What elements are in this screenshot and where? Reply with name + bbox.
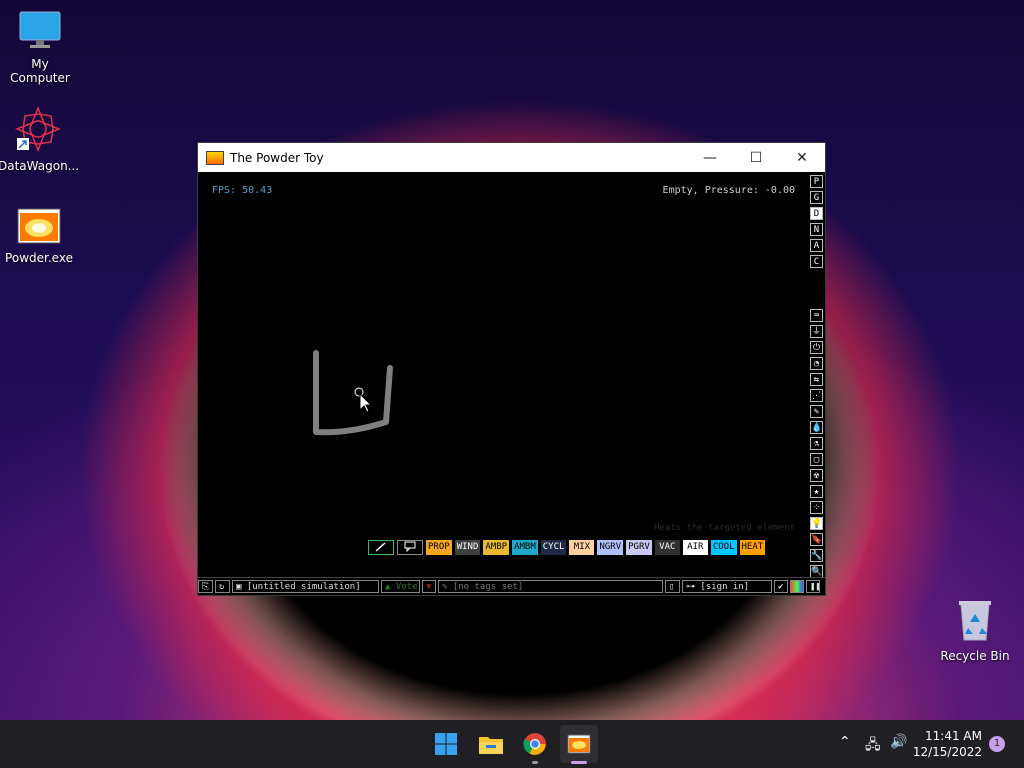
desktop-icon-datawagon[interactable]: DataWagon...: [0, 105, 80, 173]
power-icon[interactable]: ⏻: [810, 341, 823, 354]
brush-cursor: [354, 387, 364, 397]
simulation-name[interactable]: ▣ [untitled simulation]: [232, 580, 379, 593]
desktop-icon-label: DataWagon...: [0, 159, 80, 173]
element-button-wind[interactable]: WIND: [454, 540, 481, 555]
vote-up-button[interactable]: ▲ Vote: [381, 580, 420, 593]
sidebar-mode-g[interactable]: G: [810, 191, 823, 204]
tool-hint: Heats the targeted element: [654, 523, 795, 533]
datawagon-icon: [14, 105, 62, 153]
powder-toy-icon: [17, 208, 61, 244]
sidebar-mode-a[interactable]: A: [810, 239, 823, 252]
element-button-heat[interactable]: HEAT: [739, 540, 766, 555]
sidebar-mode-n[interactable]: N: [810, 223, 823, 236]
settings-button[interactable]: ✔: [774, 580, 788, 593]
clock[interactable]: 11:41 AM 12/15/2022: [913, 728, 982, 760]
element-toolbar: PROP WIND AMBP AMBM CYCL MIX NGRV PGRV VAC AIR COO…: [368, 540, 766, 556]
windows-start-icon[interactable]: [432, 730, 460, 758]
desktop-icon-label: My Computer: [10, 57, 70, 85]
open-button[interactable]: ⎘: [198, 580, 213, 593]
element-button-air[interactable]: AIR: [682, 540, 708, 555]
bulb-icon[interactable]: 💡: [810, 517, 823, 530]
renderer-options-button[interactable]: [790, 580, 804, 593]
element-button-cool[interactable]: COOL: [710, 540, 737, 555]
element-button-ambp[interactable]: AMBP: [483, 540, 510, 555]
desktop-icon-powder-exe[interactable]: Powder.exe: [0, 208, 79, 265]
simulation-canvas[interactable]: FPS: 50.43 Empty, Pressure: -0.00 Heats …: [198, 172, 809, 576]
category-sidebar: P G D N A C ⌨ ⏚ ⏻ ◔ ⇆ ⋰ ✎ 💧 ⚗ ▢ ☢ ★ ⁘ 💡 🔖 🔧 🔍: [808, 172, 825, 597]
vote-down-button[interactable]: ▼: [422, 580, 436, 593]
element-button-pgrv[interactable]: PGRV: [626, 540, 652, 555]
notification-badge[interactable]: 1: [989, 736, 1005, 752]
bookmark-icon[interactable]: 🔖: [810, 533, 823, 546]
desktop-icon-my-computer[interactable]: My Computer: [0, 10, 80, 85]
chrome-icon[interactable]: [521, 730, 549, 758]
box-icon[interactable]: ▢: [810, 453, 823, 466]
save-icon: ▣: [236, 581, 247, 592]
title-bar[interactable]: The Powder Toy — ☐ ✕: [198, 143, 825, 172]
element-button-vac[interactable]: VAC: [654, 540, 680, 555]
minimize-button[interactable]: —: [687, 143, 733, 172]
network-icon[interactable]: 🖧: [865, 734, 881, 758]
arrows-icon[interactable]: ⇆: [810, 373, 823, 386]
dots-icon[interactable]: ⁘: [810, 501, 823, 514]
element-button-prop[interactable]: PROP: [426, 540, 452, 555]
plug-icon[interactable]: ⏚: [810, 325, 823, 338]
sidebar-mode-p[interactable]: P: [810, 175, 823, 188]
key-icon: ⊶: [686, 581, 701, 592]
powder-toy-icon[interactable]: [560, 725, 598, 763]
keyboard-icon[interactable]: ⌨: [810, 309, 823, 322]
volume-icon[interactable]: 🔊: [890, 734, 907, 750]
recycle-bin-icon: [959, 601, 991, 641]
monitor-icon: [19, 11, 61, 48]
radiation-icon[interactable]: ☢: [810, 469, 823, 482]
file-explorer-icon[interactable]: [477, 730, 505, 758]
pen-icon[interactable]: ✎: [810, 405, 823, 418]
clock-date: 12/15/2022: [912, 745, 982, 759]
clock-time: 11:41 AM: [925, 729, 982, 743]
drop-icon[interactable]: 💧: [810, 421, 823, 434]
window-title: The Powder Toy: [230, 150, 324, 165]
element-button-mix[interactable]: MIX: [569, 540, 595, 555]
desktop-icon-recycle-bin[interactable]: Recycle Bin: [935, 598, 1015, 663]
spray-icon[interactable]: ⋰: [810, 389, 823, 402]
drawn-wall-shape: [313, 350, 393, 436]
maximize-button[interactable]: ☐: [733, 143, 779, 172]
taskbar: ⌃ 🖧 🔊 11:41 AM 12/15/2022 1: [0, 720, 1024, 768]
status-bar: ⎘ ↻ ▣ [untitled simulation] ▲ Vote ▼ ✎ […: [198, 577, 825, 595]
tags-field[interactable]: ✎ [no tags set]: [438, 580, 663, 593]
desktop-icon-label: Powder.exe: [5, 251, 73, 265]
new-simulation-button[interactable]: ▯: [665, 580, 680, 593]
sidebar-mode-d[interactable]: D: [810, 207, 823, 220]
comment-tool[interactable]: [397, 540, 423, 555]
sign-in-button[interactable]: ⊶ [sign in]: [682, 580, 772, 593]
tag-icon: ✎: [442, 581, 453, 592]
star-icon[interactable]: ★: [810, 485, 823, 498]
thumbs-up-icon: ▲: [385, 581, 391, 592]
tools-icon[interactable]: 🔧: [810, 549, 823, 562]
powder-toy-icon: [206, 150, 224, 165]
element-button-ngrv[interactable]: NGRV: [597, 540, 624, 555]
powder-toy-window: The Powder Toy — ☐ ✕ FPS: 50.43 Empty, P…: [197, 142, 826, 596]
chevron-up-icon[interactable]: ⌃: [839, 734, 851, 750]
eyedropper-tool[interactable]: [368, 540, 394, 555]
close-button[interactable]: ✕: [779, 143, 825, 172]
element-button-cycl[interactable]: CYCL: [540, 540, 567, 555]
element-button-ambm[interactable]: AMBM: [512, 540, 538, 555]
desktop-icon-label: Recycle Bin: [940, 649, 1010, 663]
sidebar-mode-c[interactable]: C: [810, 255, 823, 268]
reload-button[interactable]: ↻: [215, 580, 230, 593]
mouse-pointer-icon: [359, 392, 373, 413]
chrome-running-indicator: [532, 761, 538, 764]
gauge-icon[interactable]: ◔: [810, 357, 823, 370]
active-app-indicator: [571, 761, 587, 764]
flask-icon[interactable]: ⚗: [810, 437, 823, 450]
pause-button[interactable]: ❚❚: [806, 580, 820, 593]
